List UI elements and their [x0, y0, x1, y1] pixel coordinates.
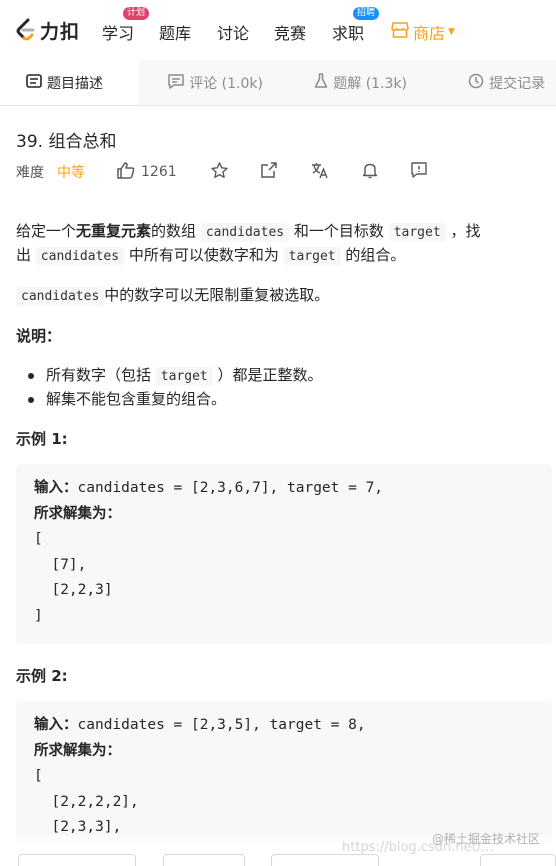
comment-icon — [168, 73, 189, 93]
description-icon — [26, 74, 47, 92]
tab-description-label: 题目描述 — [47, 76, 103, 92]
bottom-button[interactable] — [163, 854, 245, 866]
code-candidates: candidates — [200, 223, 290, 242]
tab-solutions[interactable]: 题解 (1.3k) — [286, 60, 438, 105]
nav-jobs-label: 求职 — [332, 24, 365, 43]
example-1-block: 输入：candidates = [2,3,6,7], target = 7, 所… — [16, 464, 552, 644]
nav-problems[interactable]: 题库 — [159, 20, 191, 44]
code-target: target — [155, 367, 213, 386]
problem-tabs: 题目描述 评论 (1.0k) 题解 (1.3k) 提交记录 — [0, 60, 556, 106]
store-icon — [391, 22, 409, 42]
feedback-icon[interactable] — [410, 162, 427, 182]
problem-title: 39. 组合总和 — [16, 132, 117, 152]
flask-icon — [314, 73, 333, 93]
tab-comments[interactable]: 评论 (1.0k) — [138, 60, 286, 105]
like-count: 1261 — [141, 164, 177, 180]
difficulty-value: 中等 — [57, 165, 85, 181]
nav-study-label: 学习 — [102, 24, 135, 43]
nav-jobs[interactable]: 求职 招聘 — [332, 7, 380, 44]
tab-submissions-label: 提交记录 — [489, 76, 546, 92]
tab-solutions-label: 题解 (1.3k) — [333, 76, 408, 92]
logo[interactable]: 力扣 — [14, 17, 80, 44]
list-item: 解集不能包含重复的组合。 — [27, 390, 227, 408]
code-target: target — [283, 247, 341, 266]
code-target: target — [388, 223, 446, 242]
store-label: 商店 — [413, 24, 446, 43]
leetcode-logo-icon — [14, 18, 36, 42]
star-icon[interactable] — [210, 161, 228, 183]
list-item: 所有数字（包括 target ）都是正整数。 — [28, 364, 323, 388]
description-line-1: 给定一个无重复元素的数组 candidates 和一个目标数 target ，找 — [16, 222, 481, 242]
chevron-down-icon: ▼ — [448, 27, 455, 37]
hiring-badge: 招聘 — [353, 7, 380, 20]
problem-meta: 难度 中等 1261 — [16, 160, 546, 184]
tab-description[interactable]: 题目描述 — [0, 60, 139, 105]
top-navbar: 力扣 学习 计划 题库 讨论 竞赛 求职 招聘 商店 ▼ — [0, 0, 556, 60]
like-button[interactable]: 1261 — [117, 161, 177, 183]
difficulty-label: 难度 — [16, 165, 44, 181]
example-2-heading: 示例 2: — [16, 667, 68, 685]
bottom-button[interactable] — [18, 854, 136, 866]
description-paragraph-2: candidates 中的数字可以无限制重复被选取。 — [16, 283, 329, 309]
nav-contest[interactable]: 竞赛 — [274, 20, 306, 44]
logo-text: 力扣 — [40, 20, 81, 43]
plan-badge: 计划 — [123, 7, 150, 20]
nav-discuss[interactable]: 讨论 — [217, 20, 249, 44]
code-candidates: candidates — [35, 247, 125, 266]
description-line-2: 出 candidates 中所有可以使数字和为 target 的组合。 — [16, 246, 406, 266]
tab-comments-label: 评论 (1.0k) — [189, 76, 263, 92]
watermark: @稀土掘金技术社区 — [431, 832, 540, 846]
example-1-heading: 示例 1: — [16, 430, 68, 448]
translate-icon[interactable] — [311, 162, 329, 183]
bottom-button[interactable] — [480, 854, 556, 866]
thumbs-up-icon — [117, 161, 135, 183]
nav-study[interactable]: 学习 计划 — [102, 7, 150, 44]
bottom-button[interactable] — [271, 854, 379, 866]
code-candidates: candidates — [16, 287, 105, 306]
note-heading: 说明： — [16, 327, 62, 345]
tab-submissions[interactable]: 提交记录 — [438, 60, 556, 105]
bell-icon[interactable] — [362, 162, 378, 183]
nav-store[interactable]: 商店 ▼ — [391, 20, 455, 44]
share-icon[interactable] — [260, 162, 277, 182]
clock-icon — [468, 73, 489, 93]
